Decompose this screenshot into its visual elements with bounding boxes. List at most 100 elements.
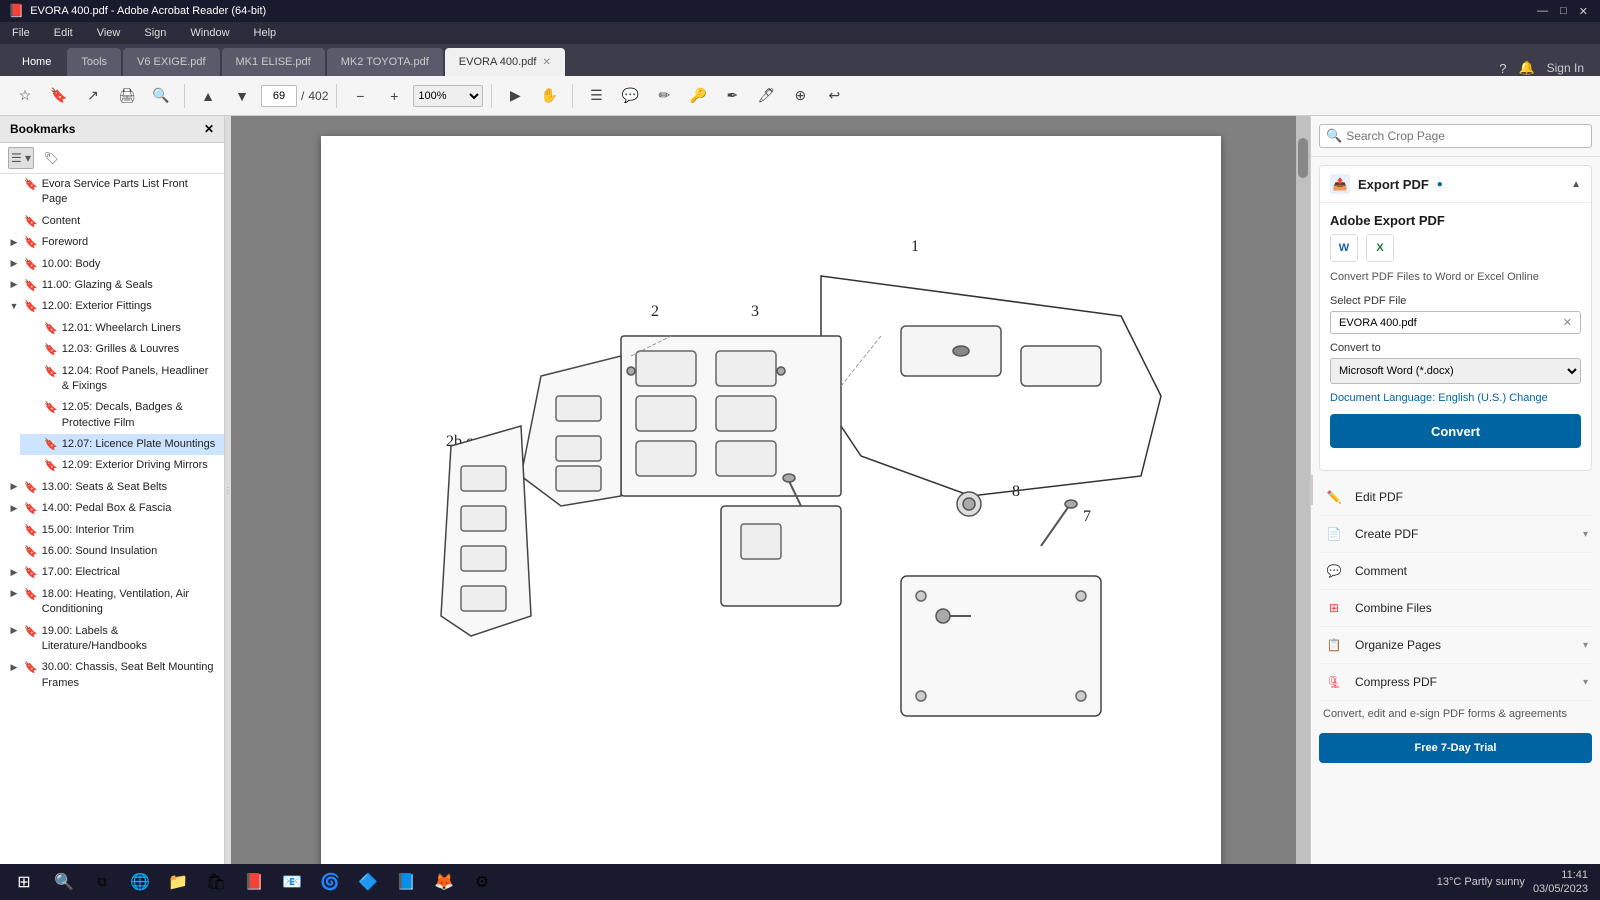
toolbar-zoom-in-btn[interactable]: + (379, 82, 409, 110)
toolbar-zoom-out-btn[interactable]: − (345, 82, 375, 110)
bookmark-wheelarch[interactable]: 🔖 12.01: Wheelarch Liners (20, 318, 224, 339)
bookmark-seats[interactable]: ▶ 🔖 13.00: Seats & Seat Belts (0, 477, 224, 498)
bookmark-body[interactable]: ▶ 🔖 10.00: Body (0, 254, 224, 275)
toolbar-print-btn[interactable]: 🖨 (112, 82, 142, 110)
word-icon[interactable]: W (1330, 234, 1358, 262)
toolbar-annot7-btn[interactable]: ⊕ (785, 82, 815, 110)
toolbar-annot2-btn[interactable]: 💬 (615, 82, 645, 110)
toolbar-bookmark-btn[interactable]: 🔖 (44, 82, 74, 110)
right-panel-collapse-btn[interactable]: ▶ (1310, 475, 1313, 505)
bookmark-foreword[interactable]: ▶ 🔖 Foreword (0, 232, 224, 253)
expand-btn-exterior[interactable]: ▼ (8, 300, 20, 312)
menu-sign[interactable]: Sign (140, 25, 170, 41)
signin-btn[interactable]: Sign In (1547, 61, 1584, 75)
taskbar-search-icon[interactable]: 🔍 (46, 866, 82, 898)
tool-combine-files[interactable]: ⊞ Combine Files (1319, 590, 1592, 627)
toolbar-prev-page-btn[interactable]: ▲ (193, 82, 223, 110)
tool-organize-pages[interactable]: 📋 Organize Pages ▾ (1319, 627, 1592, 664)
tab-home[interactable]: Home (8, 48, 65, 76)
pdf-scrollbar[interactable] (1296, 116, 1310, 864)
bookmark-chassis[interactable]: ▶ 🔖 30.00: Chassis, Seat Belt Mounting F… (0, 657, 224, 694)
taskbar-word-icon[interactable]: 📘 (388, 866, 424, 898)
sidebar-close-btn[interactable]: ✕ (204, 122, 214, 136)
pdf-viewer[interactable]: 1 2 2a 2b,c 3 4 5 6 7 8 9 (231, 116, 1310, 864)
expand-btn-labels[interactable]: ▶ (8, 625, 20, 637)
convert-btn[interactable]: Convert (1330, 414, 1581, 448)
expand-btn-seats[interactable]: ▶ (8, 481, 20, 493)
bookmark-pedal-box[interactable]: ▶ 🔖 14.00: Pedal Box & Fascia (0, 498, 224, 519)
bookmark-exterior-fittings[interactable]: ▼ 🔖 12.00: Exterior Fittings (0, 296, 224, 317)
bookmark-labels[interactable]: ▶ 🔖 19.00: Labels & Literature/Handbooks (0, 621, 224, 658)
free-trial-btn[interactable]: Free 7-Day Trial (1319, 733, 1592, 763)
bell-icon[interactable]: 🔔 (1518, 60, 1534, 76)
tab-mk2toyota[interactable]: MK2 TOYOTA.pdf (327, 48, 443, 76)
toolbar-annot4-btn[interactable]: 🔑 (683, 82, 713, 110)
scrollbar-thumb[interactable] (1298, 138, 1308, 178)
ae-file-clear-btn[interactable]: ✕ (1563, 316, 1572, 329)
sidebar-bookmarkicon-btn[interactable]: 🏷 (38, 147, 64, 169)
bookmark-driving-mirrors[interactable]: 🔖 12.09: Exterior Driving Mirrors (20, 455, 224, 476)
expand-btn-foreword[interactable]: ▶ (8, 236, 20, 248)
doc-language-change-link[interactable]: Change (1509, 392, 1548, 404)
bookmark-interior-trim[interactable]: 🔖 15.00: Interior Trim (0, 520, 224, 541)
taskbar-settings-icon[interactable]: ⚙ (464, 866, 500, 898)
export-pdf-header[interactable]: 📤 Export PDF ● ▲ (1320, 166, 1591, 203)
menu-view[interactable]: View (93, 25, 125, 41)
tab-evora400[interactable]: EVORA 400.pdf ✕ (445, 48, 565, 76)
bookmark-sound-insulation[interactable]: 🔖 16.00: Sound Insulation (0, 541, 224, 562)
taskbar-outlook-icon[interactable]: 📧 (274, 866, 310, 898)
bookmark-heating[interactable]: ▶ 🔖 18.00: Heating, Ventilation, Air Con… (0, 584, 224, 621)
toolbar-annot5-btn[interactable]: ✒ (717, 82, 747, 110)
close-btn[interactable]: ✕ (1575, 5, 1592, 18)
taskbar-acrobat-icon[interactable]: 📕 (236, 866, 272, 898)
toolbar-next-page-btn[interactable]: ▼ (227, 82, 257, 110)
toolbar-find-btn[interactable]: 🔍 (146, 82, 176, 110)
expand-btn-glazing[interactable]: ▶ (8, 279, 20, 291)
help-icon[interactable]: ? (1499, 61, 1506, 76)
menu-help[interactable]: Help (250, 25, 281, 41)
excel-icon[interactable]: X (1366, 234, 1394, 262)
tab-tools[interactable]: Tools (67, 48, 121, 76)
bookmark-roof-panels[interactable]: 🔖 12.04: Roof Panels, Headliner & Fixing… (20, 361, 224, 398)
convert-to-select[interactable]: Microsoft Word (*.docx) Microsoft Excel … (1330, 358, 1581, 384)
bookmark-decals[interactable]: 🔖 12.05: Decals, Badges & Protective Fil… (20, 397, 224, 434)
toolbar-hand-btn[interactable]: ✋ (534, 82, 564, 110)
expand-btn-electrical[interactable]: ▶ (8, 566, 20, 578)
taskbar-edge-icon[interactable]: 🌐 (122, 866, 158, 898)
sidebar-listview-btn[interactable]: ☰ ▾ (8, 147, 34, 169)
bookmark-content[interactable]: 🔖 Content (0, 211, 224, 232)
tab-close-icon[interactable]: ✕ (542, 57, 550, 68)
toolbar-save-btn[interactable]: ☆ (10, 82, 40, 110)
bookmark-front-page[interactable]: 🔖 Evora Service Parts List Front Page (0, 174, 224, 211)
taskbar-edge2-icon[interactable]: 🔷 (350, 866, 386, 898)
expand-btn-body[interactable]: ▶ (8, 258, 20, 270)
tool-edit-pdf[interactable]: ✏️ Edit PDF (1319, 479, 1592, 516)
toolbar-share-btn[interactable]: ↗ (78, 82, 108, 110)
bookmark-licence-plate[interactable]: 🔖 12.07: Licence Plate Mountings (20, 434, 224, 455)
taskbar-firefox-icon[interactable]: 🦊 (426, 866, 462, 898)
menu-edit[interactable]: Edit (50, 25, 77, 41)
expand-btn-pedal[interactable]: ▶ (8, 502, 20, 514)
tool-create-pdf[interactable]: 📄 Create PDF ▾ (1319, 516, 1592, 553)
taskbar-store-icon[interactable]: 🛍 (198, 866, 234, 898)
toolbar-annot1-btn[interactable]: ☰ (581, 82, 611, 110)
maximize-btn[interactable]: □ (1556, 5, 1571, 18)
page-number-input[interactable] (261, 85, 297, 107)
title-bar-controls[interactable]: — □ ✕ (1533, 5, 1592, 18)
menu-file[interactable]: File (8, 25, 34, 41)
search-input[interactable] (1346, 129, 1585, 143)
minimize-btn[interactable]: — (1533, 5, 1552, 18)
toolbar-undo-btn[interactable]: ↩ (819, 82, 849, 110)
toolbar-annot3-btn[interactable]: ✏ (649, 82, 679, 110)
taskbar-chrome-icon[interactable]: 🌀 (312, 866, 348, 898)
taskbar-taskview-icon[interactable]: ⧉ (84, 866, 120, 898)
expand-btn-chassis[interactable]: ▶ (8, 661, 20, 673)
zoom-select[interactable]: 100% 75% 125% 150% 200% Fit Page (413, 85, 483, 107)
expand-btn-heating[interactable]: ▶ (8, 588, 20, 600)
bookmark-grilles[interactable]: 🔖 12.03: Grilles & Louvres (20, 339, 224, 360)
bookmark-electrical[interactable]: ▶ 🔖 17.00: Electrical (0, 562, 224, 583)
menu-window[interactable]: Window (186, 25, 233, 41)
taskbar-start-btn[interactable]: ⊞ (4, 866, 44, 898)
tool-comment[interactable]: 💬 Comment (1319, 553, 1592, 590)
toolbar-select-btn[interactable]: ▶ (500, 82, 530, 110)
